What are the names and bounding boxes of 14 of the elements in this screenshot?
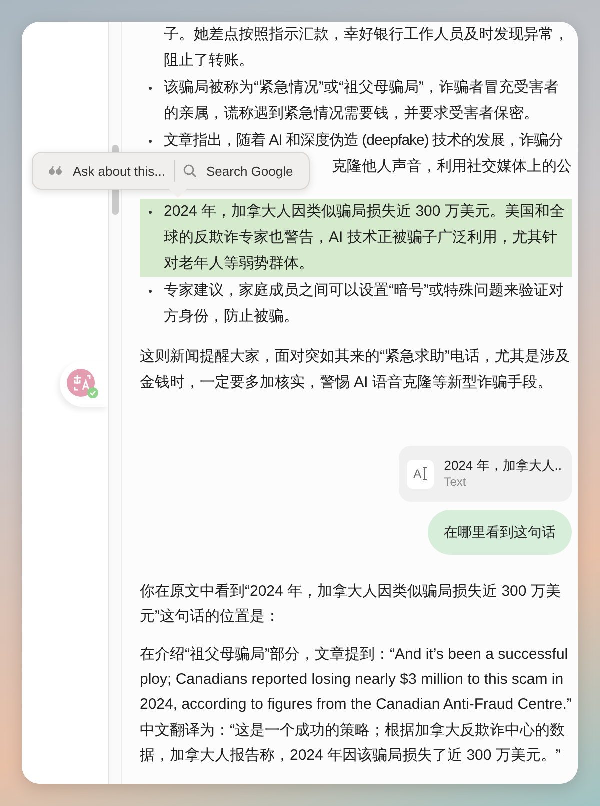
- attachment-type: Text: [444, 474, 468, 490]
- list-item-text: 子。她差点按照指示汇款，幸好银行工作人员及时发现异常，阻止了转账。: [164, 26, 569, 69]
- answer-paragraph: 在介绍“祖父母骗局”部分，文章提到：“And it’s been a successful ploy; Canadians reported losing nearly $3 million to this scam in 2024, according to figures from the Canadian Anti-Fraud Centre.”: [140, 645, 572, 715]
- text-icon: A: [407, 460, 434, 488]
- answer-paragraph: 你在原文中看到“2024 年，加拿大人因类似骗局损失近 300 万美元”这句话的位置是：: [140, 582, 562, 627]
- summary-paragraph: 这则新闻提醒大家，面对突如其来的“紧急求助”电话，尤其是涉及金钱时，一定要多加核实，警惕 AI 语音克隆等新型诈骗手段。: [140, 347, 571, 393]
- list-item-text: 文章指出，随着 AI 和深度伪造 (deepfake) 技术的发展，诈骗分: [164, 131, 564, 151]
- user-message: 在哪里看到这句话: [428, 510, 572, 555]
- list-item-text: 克隆他人声音，利用社交媒体上的公: [331, 157, 572, 177]
- list-item-text: 该骗局被称为“紧急情况”或“祖父母骗局”，诈骗者冒充受害者的亲属，谎称遇到紧急情况需要钱，并要求受害者保密。: [164, 79, 559, 122]
- list-item-text: 2024 年，加拿大人因类似骗局损失近 300 万美元。美国和全球的反欺诈专家也警告，AI 技术正被骗子广泛利用，尤其针对老年人等弱势群体。: [140, 199, 572, 277]
- attachment-title: 2024 年，加拿大人..: [444, 458, 562, 474]
- list-item-text: 专家建议，家庭成员之间可以设置“暗号”或特殊问题来验证对方身份，防止被骗。: [164, 282, 564, 325]
- answer-paragraph: 中文翻译为：“这是一个成功的策略；根据加拿大反欺诈中心的数据，加拿大人报告称，2024 年因该骗局损失了近 300 万美元。”: [140, 721, 566, 766]
